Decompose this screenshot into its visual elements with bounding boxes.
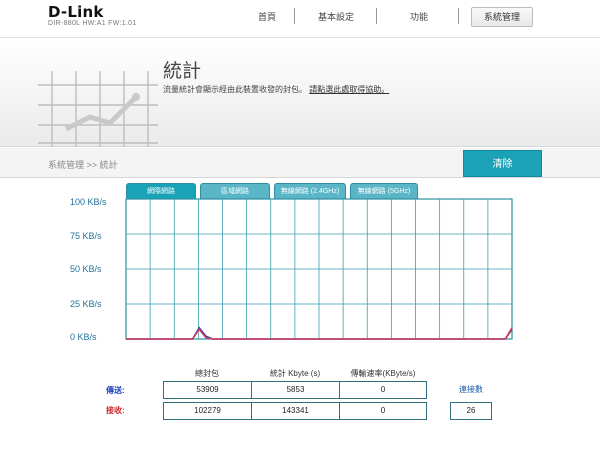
connections-label: 連接數: [459, 385, 483, 394]
col-header-rate: 傳輸速率(KByte/s): [350, 369, 416, 378]
rx-rate: 0: [339, 402, 427, 420]
col-header-kbytes: 統計 Kbyte (s): [269, 369, 321, 378]
tx-kbytes: 5853: [251, 381, 340, 399]
connections-count: 26: [450, 402, 492, 420]
row-label-transmit: 傳送:: [106, 386, 125, 395]
rx-kbytes: 143341: [251, 402, 340, 420]
rx-packets: 102279: [163, 402, 252, 420]
row-label-receive: 接收:: [106, 406, 125, 415]
col-header-packets: 總封包: [195, 369, 219, 378]
tx-packets: 53909: [163, 381, 252, 399]
tx-rate: 0: [339, 381, 427, 399]
